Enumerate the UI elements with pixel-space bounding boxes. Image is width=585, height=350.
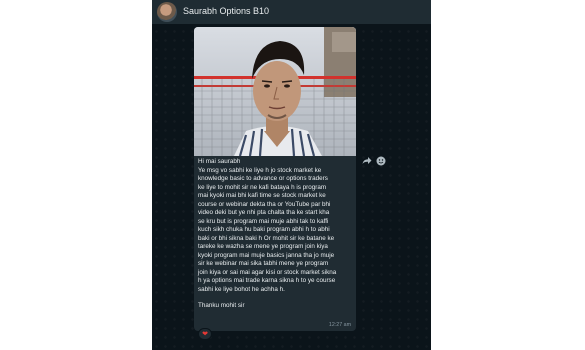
message-photo[interactable]	[194, 27, 356, 156]
chat-window: Saurabh Options B10 Hi mai saurabh Ye ms…	[152, 0, 431, 350]
message-body: Ye msg vo sabhi ke liye h jo stock marke…	[198, 166, 337, 293]
message-timestamp: 12:27 am	[328, 322, 351, 328]
emoji-smiley-icon[interactable]	[375, 155, 386, 166]
message-signoff: Thanku mohit sir	[198, 302, 245, 309]
forward-arrow-icon[interactable]	[361, 155, 372, 166]
message-text: Hi mai saurabh Ye msg vo sabhi ke liye h…	[198, 158, 354, 311]
avatar[interactable]	[157, 2, 177, 22]
heart-icon: ❤	[202, 330, 208, 338]
chat-header[interactable]: Saurabh Options B10	[152, 0, 431, 24]
heart-reaction[interactable]: ❤	[198, 328, 212, 340]
selfie-image	[194, 27, 356, 156]
message-bubble[interactable]: Hi mai saurabh Ye msg vo sabhi ke liye h…	[194, 27, 356, 331]
message-greeting: Hi mai saurabh	[198, 158, 241, 165]
contact-name[interactable]: Saurabh Options B10	[183, 6, 269, 16]
